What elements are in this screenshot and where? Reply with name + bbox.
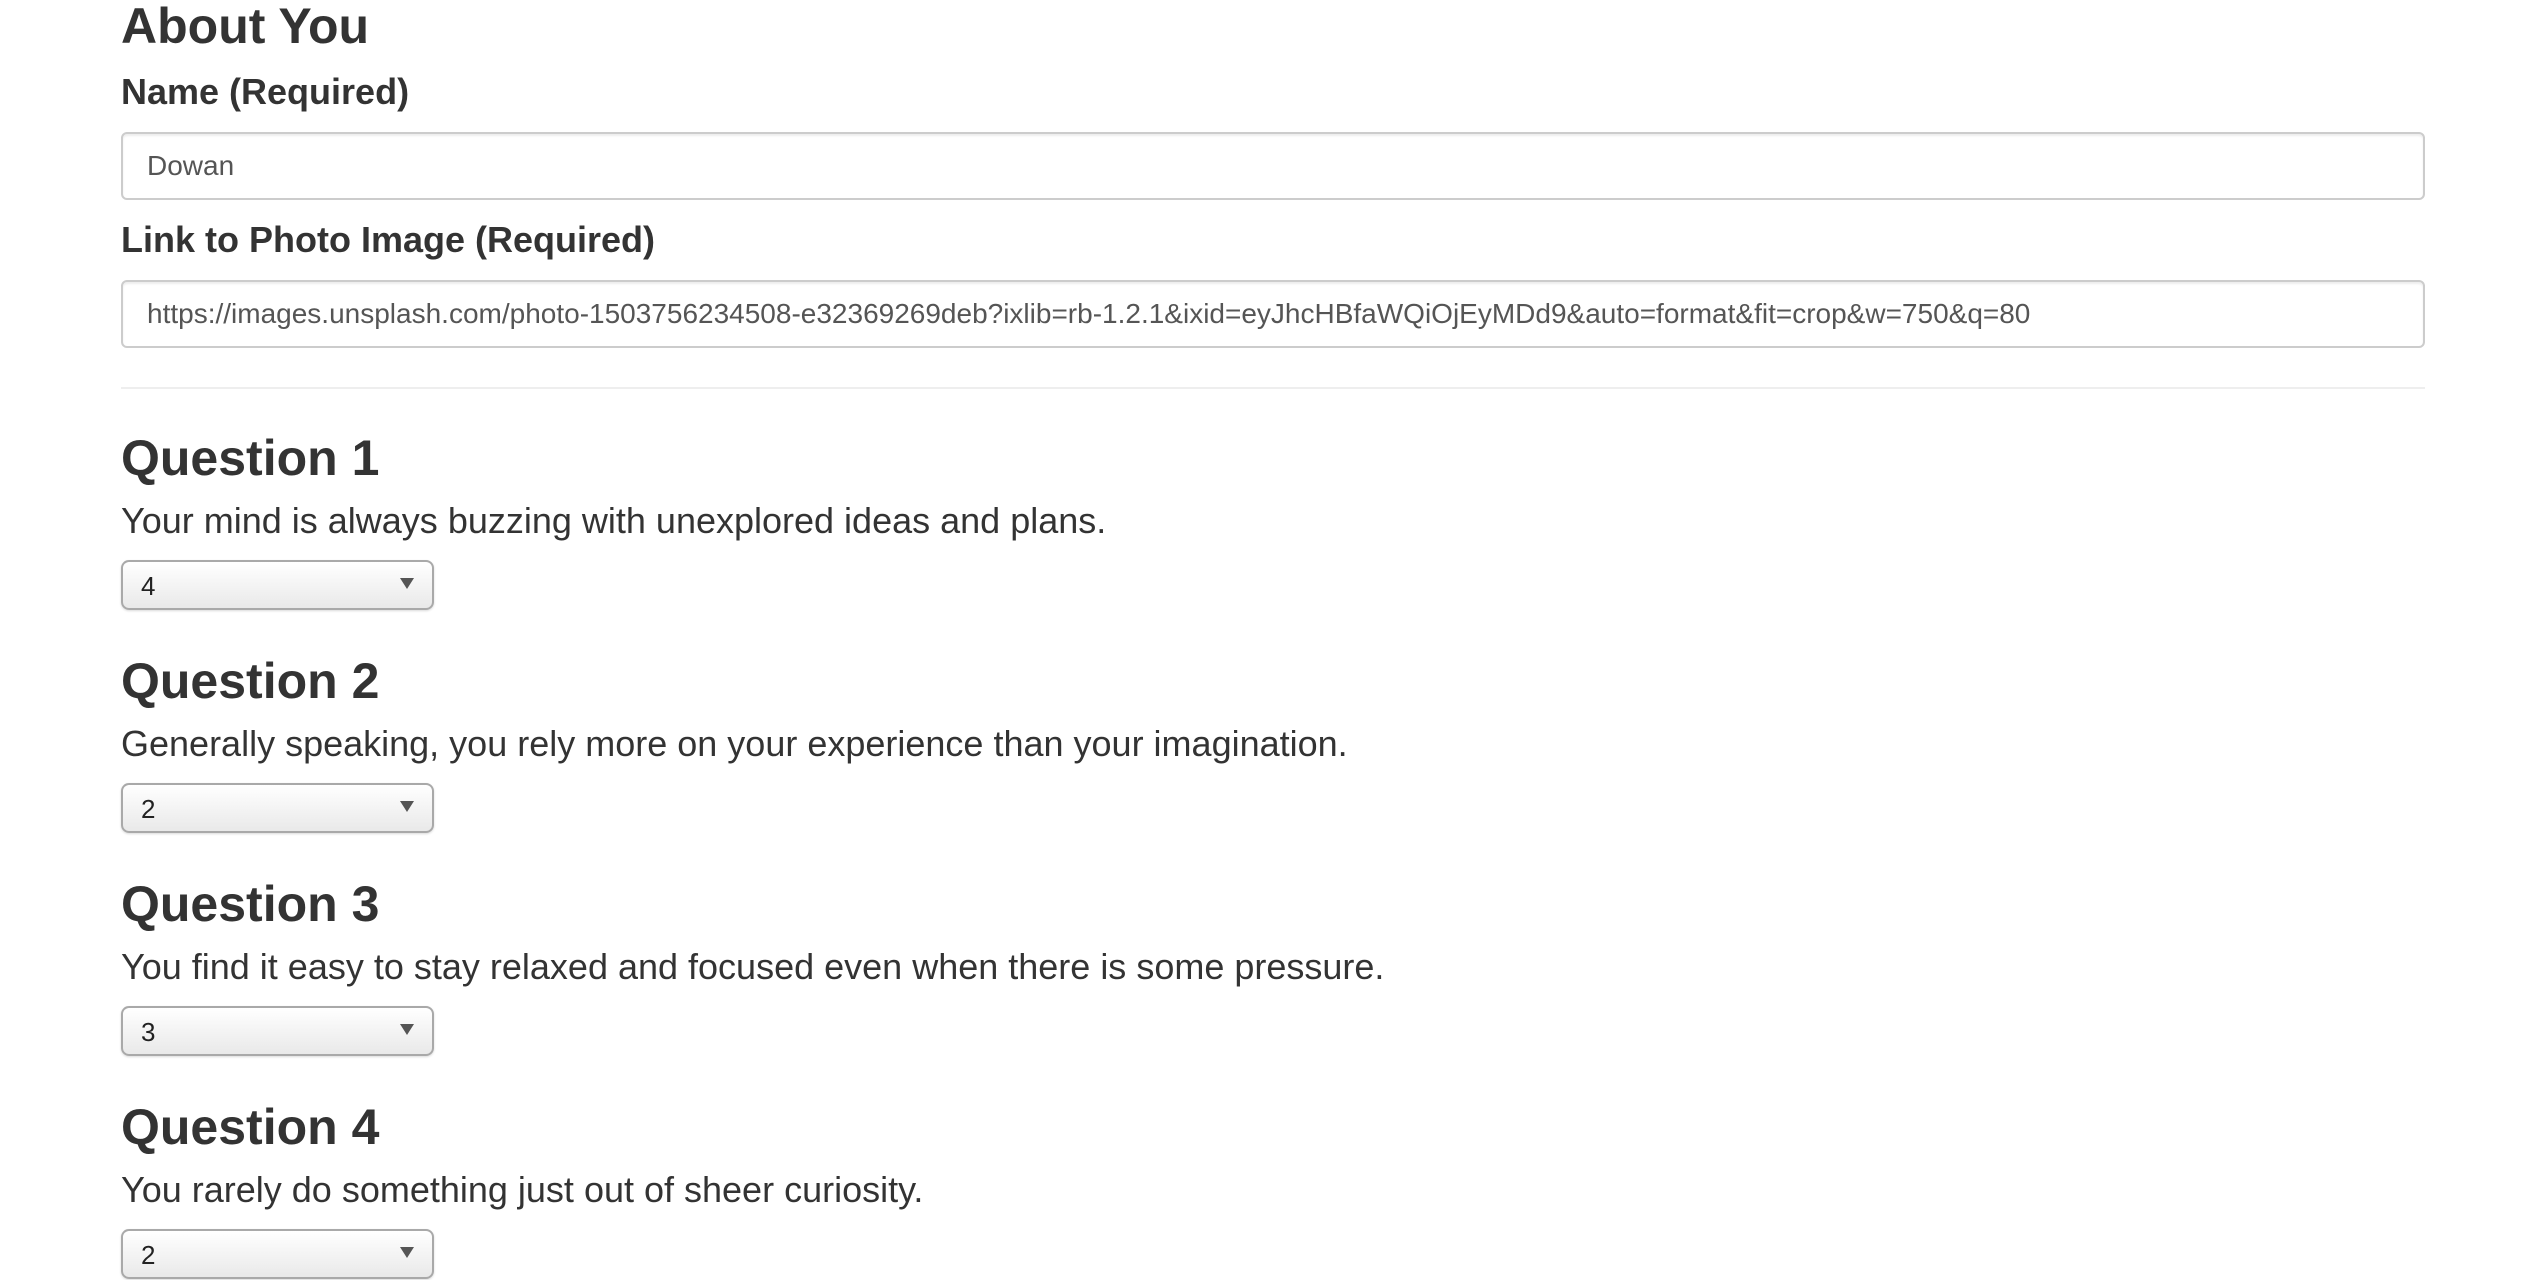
- question-4-select[interactable]: 2: [121, 1229, 434, 1279]
- section-divider: [121, 387, 2425, 389]
- name-input[interactable]: [121, 132, 2425, 200]
- question-4-selected-value: 2: [141, 1240, 156, 1270]
- question-2-title: Question 2: [121, 653, 380, 709]
- question-1-select[interactable]: 4: [121, 560, 434, 610]
- photo-link-input[interactable]: [121, 280, 2425, 348]
- question-3-selected-value: 3: [141, 1017, 156, 1047]
- question-4-text: You rarely do something just out of shee…: [121, 1169, 924, 1210]
- question-3-text: You find it easy to stay relaxed and foc…: [121, 946, 1385, 987]
- name-label: Name (Required): [121, 71, 410, 112]
- question-1-title: Question 1: [121, 430, 380, 486]
- question-3-select[interactable]: 3: [121, 1006, 434, 1056]
- about-you-heading: About You: [121, 0, 370, 54]
- question-1-text: Your mind is always buzzing with unexplo…: [121, 500, 1107, 541]
- triangle-down-icon: [400, 801, 414, 812]
- triangle-down-icon: [400, 1024, 414, 1035]
- photo-link-label: Link to Photo Image (Required): [121, 219, 656, 260]
- question-2-select[interactable]: 2: [121, 783, 434, 833]
- question-3-title: Question 3: [121, 876, 380, 932]
- question-4-title: Question 4: [121, 1099, 380, 1155]
- question-2-selected-value: 2: [141, 794, 156, 824]
- question-2-text: Generally speaking, you rely more on you…: [121, 723, 1348, 764]
- question-1-selected-value: 4: [141, 571, 156, 601]
- triangle-down-icon: [400, 1247, 414, 1258]
- triangle-down-icon: [400, 578, 414, 589]
